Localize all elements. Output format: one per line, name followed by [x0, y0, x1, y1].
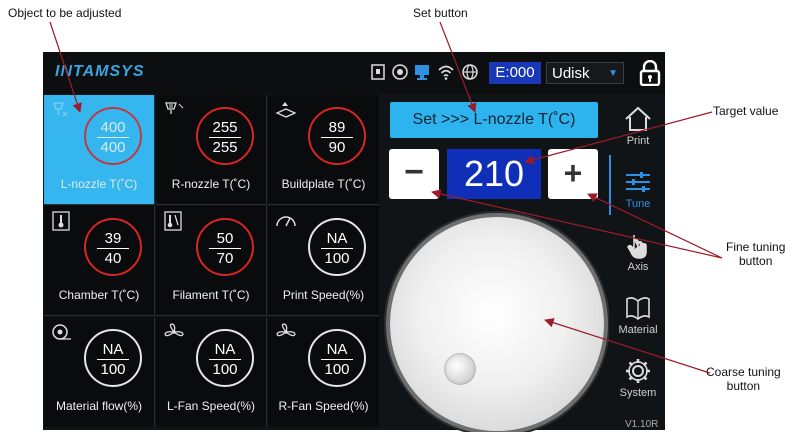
nav-label: System — [619, 387, 657, 399]
param-label: L-Fan Speed(%) — [166, 399, 256, 413]
printer-screen: INTAMSYS E:000 Udisk ▼ 400 400 L-nozzle … — [43, 52, 665, 431]
increment-button[interactable]: + — [548, 149, 598, 199]
nav-label: Material — [618, 324, 658, 336]
home-icon — [625, 106, 651, 131]
target-value-display: 210 — [447, 149, 541, 199]
fan-icon — [163, 322, 185, 342]
nozzle-icon — [51, 100, 73, 120]
param-label: Buildplate T(˚C) — [281, 177, 366, 191]
filament-icon — [163, 211, 185, 231]
param-cell-filament[interactable]: 50 70 Filament T(˚C) — [156, 206, 267, 316]
value-ring: 400 400 — [84, 107, 142, 165]
value-ring: NA 100 — [196, 329, 254, 387]
nozzle-icon — [163, 100, 185, 120]
callout-set: Set button — [413, 6, 468, 20]
gear-icon — [626, 359, 650, 383]
param-label: L-nozzle T(˚C) — [60, 177, 138, 191]
spool-icon — [51, 322, 73, 342]
monitor-icon — [413, 63, 431, 81]
extrusion-counter: E:000 — [489, 62, 541, 84]
nav-axis[interactable]: Axis — [611, 226, 665, 286]
knob-grip[interactable] — [444, 353, 476, 385]
coarse-tuning-knob[interactable] — [390, 217, 604, 431]
callout-target: Target value — [713, 104, 779, 118]
decrement-button[interactable]: − — [389, 149, 439, 199]
value-ring: 255 255 — [196, 107, 254, 165]
callout-fine: Fine tuning button — [726, 240, 786, 268]
thermometer-icon — [51, 211, 73, 231]
sd-card-icon — [369, 63, 387, 81]
value-ring: 89 90 — [308, 107, 366, 165]
nav-tune[interactable]: Tune — [611, 163, 665, 223]
sliders-icon — [626, 172, 650, 192]
camera-icon — [391, 63, 409, 81]
param-cell-material-flow[interactable]: NA 100 Material flow(%) — [44, 317, 155, 427]
storage-select[interactable]: Udisk ▼ — [546, 62, 624, 84]
lock-icon[interactable] — [639, 59, 661, 87]
param-cell-l-nozzle[interactable]: 400 400 L-nozzle T(˚C) — [44, 95, 155, 205]
set-button[interactable]: Set >>> L-nozzle T(˚C) — [390, 102, 598, 138]
param-cell-r-fan[interactable]: NA 100 R-Fan Speed(%) — [268, 317, 379, 427]
value-ring: NA 100 — [308, 329, 366, 387]
side-nav: Print Tune Axis Material System — [609, 95, 665, 430]
callout-coarse: Coarse tuning button — [706, 365, 781, 393]
speed-gauge-icon — [275, 211, 297, 231]
book-icon — [626, 297, 650, 321]
param-label: R-Fan Speed(%) — [278, 399, 369, 413]
param-cell-print-speed[interactable]: NA 100 Print Speed(%) — [268, 206, 379, 316]
param-label: R-nozzle T(˚C) — [171, 177, 251, 191]
hand-icon — [627, 235, 647, 259]
param-label: Chamber T(˚C) — [58, 288, 140, 302]
value-ring: NA 100 — [84, 329, 142, 387]
param-cell-l-fan[interactable]: NA 100 L-Fan Speed(%) — [156, 317, 267, 427]
storage-select-value: Udisk — [552, 65, 590, 82]
nav-print[interactable]: Print — [611, 100, 665, 160]
wifi-icon — [437, 63, 455, 81]
param-cell-chamber[interactable]: 39 40 Chamber T(˚C) — [44, 206, 155, 316]
nav-system[interactable]: System — [611, 352, 665, 412]
nav-label: Axis — [627, 261, 649, 273]
nav-label: Tune — [625, 198, 651, 210]
param-cell-buildplate[interactable]: 89 90 Buildplate T(˚C) — [268, 95, 379, 205]
fan-icon — [275, 322, 297, 342]
value-ring: 50 70 — [196, 218, 254, 276]
param-label: Material flow(%) — [55, 399, 142, 413]
globe-icon — [461, 63, 479, 81]
param-label: Print Speed(%) — [282, 288, 365, 302]
nav-material[interactable]: Material — [611, 289, 665, 349]
status-bar: INTAMSYS E:000 Udisk ▼ — [43, 52, 665, 94]
callout-object: Object to be adjusted — [8, 6, 122, 20]
value-ring: NA 100 — [308, 218, 366, 276]
nav-label: Print — [626, 135, 650, 147]
chevron-down-icon: ▼ — [608, 68, 618, 79]
value-ring: 39 40 — [84, 218, 142, 276]
firmware-version: V1.10R — [625, 419, 659, 430]
param-label: Filament T(˚C) — [172, 288, 250, 302]
param-cell-r-nozzle[interactable]: 255 255 R-nozzle T(˚C) — [156, 95, 267, 205]
brand-logo: INTAMSYS — [55, 63, 145, 80]
buildplate-icon — [275, 100, 297, 120]
parameter-grid: 400 400 L-nozzle T(˚C) 255 255 R-nozzle T(… — [44, 95, 381, 428]
